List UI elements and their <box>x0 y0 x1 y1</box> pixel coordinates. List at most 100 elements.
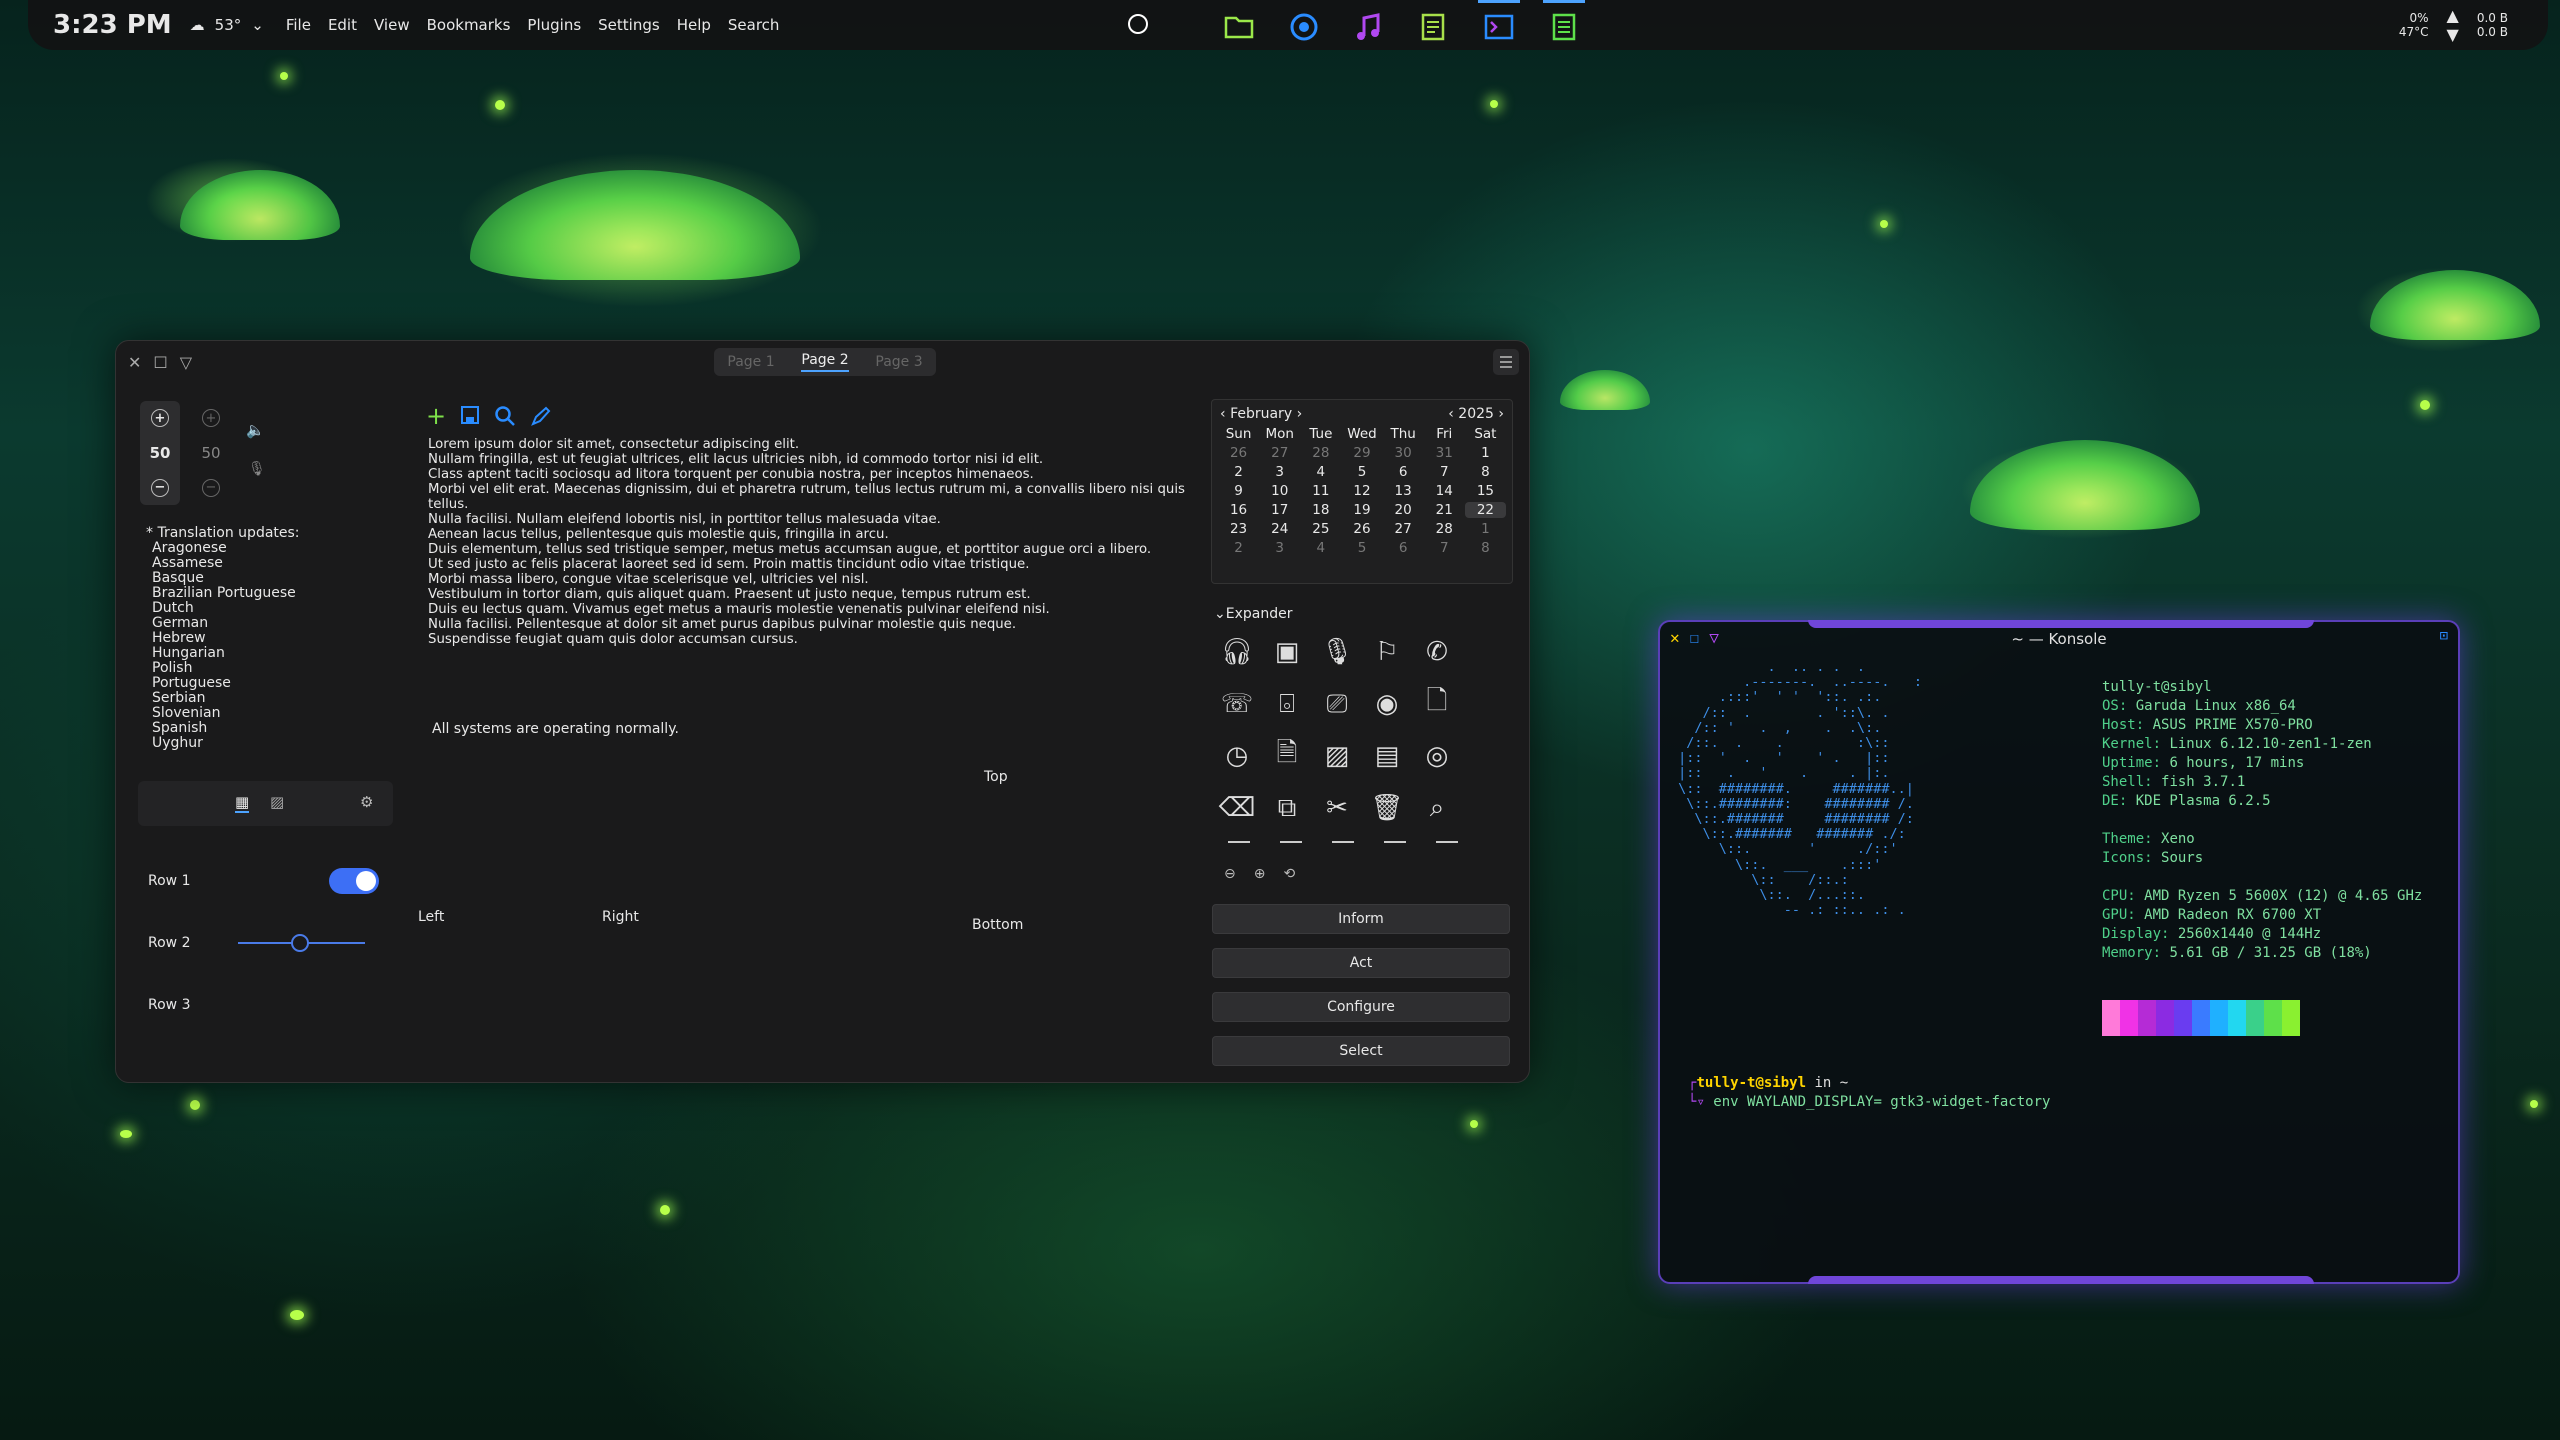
calendar-day[interactable]: 7 <box>1424 464 1465 480</box>
tab-page-3[interactable]: Page 3 <box>875 354 922 370</box>
chevron-down-icon[interactable]: ⌄ <box>251 16 264 34</box>
configure-button[interactable]: Configure <box>1212 992 1510 1022</box>
document-icon[interactable]: 🗋 <box>1416 683 1458 725</box>
grid-view-icon[interactable]: ▦ <box>235 793 250 813</box>
calendar-day[interactable]: 4 <box>1300 464 1341 480</box>
volume-icon[interactable]: 🔈 <box>246 421 265 439</box>
editor-app-icon[interactable] <box>1543 0 1585 50</box>
justify-fill-icon[interactable] <box>1384 841 1406 843</box>
plus-icon[interactable]: + <box>151 409 169 428</box>
save-icon[interactable] <box>460 405 480 425</box>
launcher-circle-icon[interactable] <box>1128 14 1148 34</box>
text-view[interactable]: Lorem ipsum dolor sit amet, consectetur … <box>428 437 1188 647</box>
phone-icon[interactable]: ✆ <box>1416 631 1458 673</box>
calendar-day[interactable]: 9 <box>1218 483 1259 499</box>
calendar-day[interactable]: 8 <box>1465 540 1506 556</box>
select-button[interactable]: Select <box>1212 1036 1510 1066</box>
hamburger-menu-button[interactable] <box>1493 349 1519 375</box>
expander[interactable]: ⌄Expander <box>1214 606 1292 622</box>
slider-handle[interactable] <box>291 934 309 952</box>
calendar-day[interactable]: 23 <box>1218 521 1259 537</box>
terminal-menu-icon[interactable]: ⊡ <box>2440 628 2448 644</box>
zoom-reset-icon[interactable]: ⟲ <box>1283 866 1295 882</box>
calendar-day[interactable]: 6 <box>1383 464 1424 480</box>
microphone-icon[interactable]: 🎙︎ <box>1316 631 1358 673</box>
calendar-day[interactable]: 6 <box>1383 540 1424 556</box>
menu-settings[interactable]: Settings <box>598 16 660 34</box>
act-button[interactable]: Act <box>1212 948 1510 978</box>
copy-icon[interactable]: ⧉ <box>1266 787 1308 829</box>
inform-button[interactable]: Inform <box>1212 904 1510 934</box>
calendar-day[interactable]: 1 <box>1465 521 1506 537</box>
calendar-day[interactable]: 5 <box>1341 464 1382 480</box>
notes-app-icon[interactable] <box>1413 0 1455 50</box>
menu-help[interactable]: Help <box>677 16 711 34</box>
chevron-left-icon[interactable]: ‹ <box>1448 406 1454 422</box>
menu-file[interactable]: File <box>286 16 311 34</box>
chevron-right-icon[interactable]: › <box>1498 406 1504 422</box>
calendar-day[interactable]: 29 <box>1341 445 1382 461</box>
clock-icon[interactable]: ◷ <box>1216 735 1258 777</box>
edit-icon[interactable] <box>530 405 552 427</box>
calendar-day[interactable]: 25 <box>1300 521 1341 537</box>
chevron-left-icon[interactable]: ‹ <box>1220 406 1226 422</box>
image-view-icon[interactable]: ▨ <box>270 793 284 811</box>
zoom-in-icon[interactable]: ⊕ <box>1254 866 1266 882</box>
calendar-day[interactable]: 3 <box>1259 464 1300 480</box>
menu-bookmarks[interactable]: Bookmarks <box>427 16 511 34</box>
justify-icon[interactable] <box>1436 841 1458 843</box>
weather-widget[interactable]: ☁ 53° ⌄ <box>190 16 264 34</box>
calendar-day[interactable]: 19 <box>1341 502 1382 518</box>
weather-tray[interactable]: 0% 47°C <box>2399 11 2429 39</box>
settings-icon[interactable]: ⚙ <box>360 793 373 811</box>
calendar-day[interactable]: 8 <box>1465 464 1506 480</box>
calendar-day[interactable]: 16 <box>1218 502 1259 518</box>
calendar-day[interactable]: 28 <box>1300 445 1341 461</box>
image-icon[interactable]: ▨ <box>1316 735 1358 777</box>
calendar-day[interactable]: 4 <box>1300 540 1341 556</box>
calendar-day[interactable]: 17 <box>1259 502 1300 518</box>
justify-right-icon[interactable] <box>1332 841 1354 843</box>
terminal-app-icon[interactable] <box>1478 0 1520 50</box>
calendar-day[interactable]: 5 <box>1341 540 1382 556</box>
maximize-icon[interactable]: ☐ <box>153 353 167 372</box>
folder-app-icon[interactable] <box>1218 0 1260 50</box>
calendar-day[interactable]: 3 <box>1259 540 1300 556</box>
calendar-day[interactable]: 12 <box>1341 483 1382 499</box>
minimize-icon[interactable]: ▽ <box>180 353 192 372</box>
justify-left-icon[interactable] <box>1228 841 1250 843</box>
close-icon[interactable]: ✕ <box>128 353 141 372</box>
calendar-day[interactable]: 27 <box>1259 445 1300 461</box>
file-icon[interactable]: 🗎 <box>1266 735 1308 777</box>
speaker-icon[interactable]: ▣ <box>1266 631 1308 673</box>
camera-icon[interactable]: ⌻ <box>1266 683 1308 725</box>
find-icon[interactable]: ⌕ <box>1416 787 1458 829</box>
calendar-day[interactable]: 13 <box>1383 483 1424 499</box>
calendar-day[interactable]: 11 <box>1300 483 1341 499</box>
add-icon[interactable]: + <box>426 404 446 428</box>
microphone-icon[interactable]: 🎙 <box>248 461 266 477</box>
tab-page-2[interactable]: Page 2 <box>801 352 849 372</box>
trash-icon[interactable]: 🗑 <box>1366 787 1408 829</box>
music-app-icon[interactable] <box>1348 0 1390 50</box>
justify-center-icon[interactable] <box>1280 841 1302 843</box>
calendar-day[interactable]: 21 <box>1424 502 1465 518</box>
toggle-switch[interactable] <box>329 868 379 894</box>
webcam-icon[interactable]: ◉ <box>1366 683 1408 725</box>
chevron-right-icon[interactable]: › <box>1297 406 1303 422</box>
call-icon[interactable]: ☏ <box>1216 683 1258 725</box>
calendar-day[interactable]: 20 <box>1383 502 1424 518</box>
slider[interactable] <box>238 934 365 952</box>
calendar-day[interactable]: 31 <box>1424 445 1465 461</box>
headphones-icon[interactable]: 🎧︎ <box>1216 631 1258 673</box>
calendar-day[interactable]: 2 <box>1218 464 1259 480</box>
calendar-day[interactable]: 15 <box>1465 483 1506 499</box>
calendar-day[interactable]: 26 <box>1218 445 1259 461</box>
calendar-day[interactable]: 28 <box>1424 521 1465 537</box>
calendar-day[interactable]: 24 <box>1259 521 1300 537</box>
bookmark-icon[interactable]: ⚐ <box>1366 631 1408 673</box>
calendar-day[interactable]: 22 <box>1464 502 1506 518</box>
calendar-day[interactable]: 2 <box>1218 540 1259 556</box>
menu-view[interactable]: View <box>374 16 410 34</box>
minus-icon[interactable]: − <box>151 478 169 497</box>
